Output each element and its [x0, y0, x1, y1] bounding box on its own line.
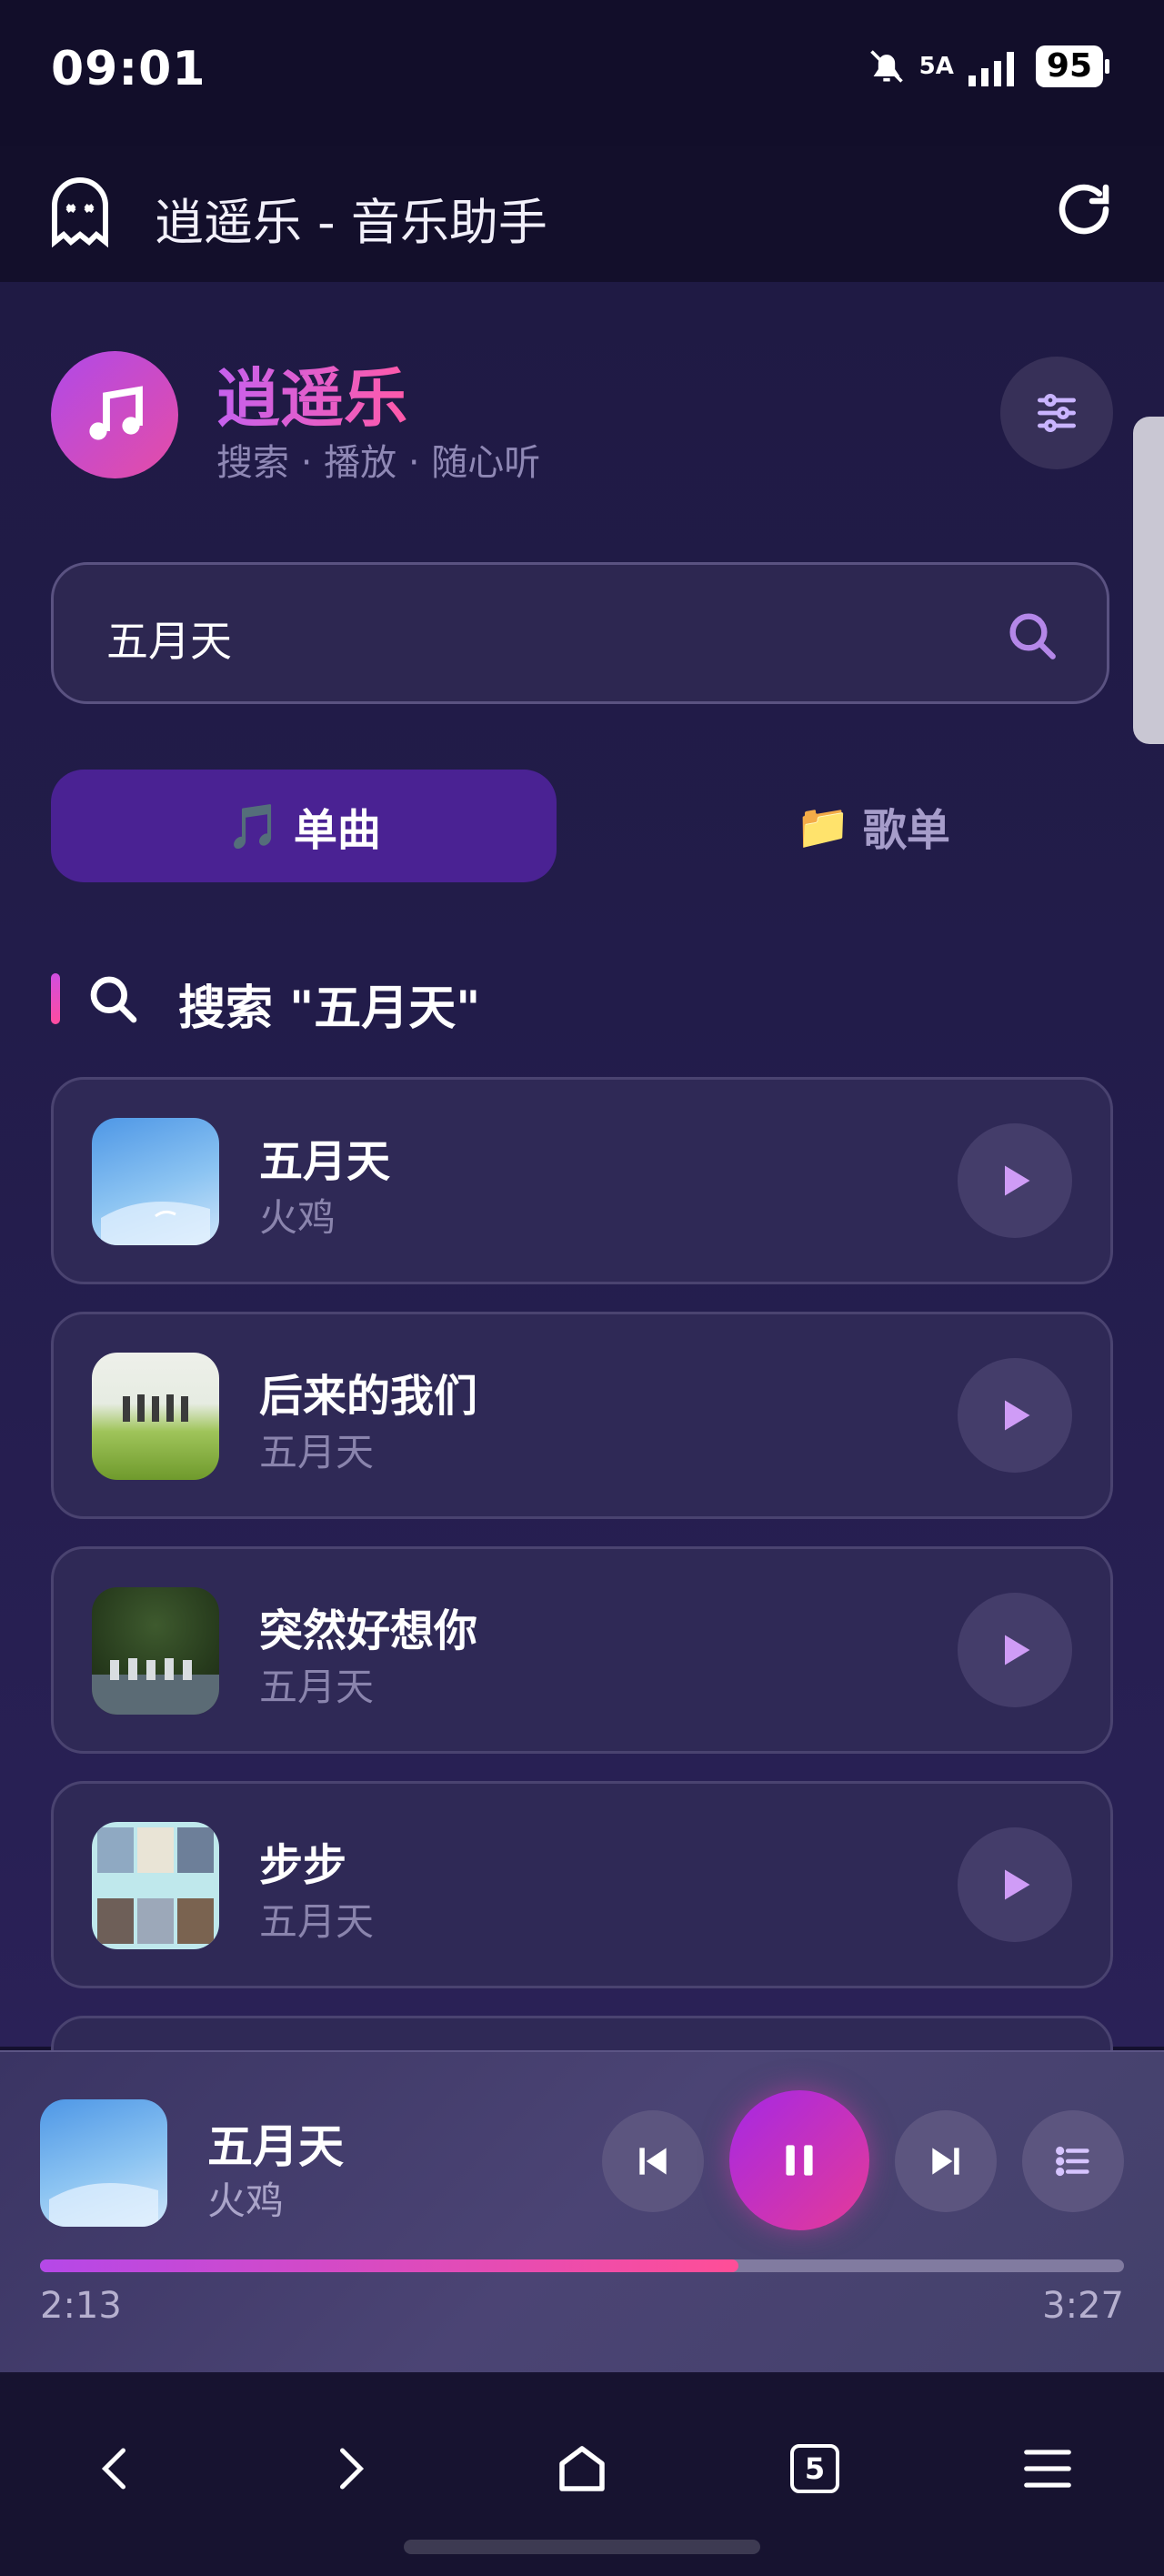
app-title: 逍遥乐 - 音乐助手: [155, 194, 547, 251]
search-query: 五月天: [106, 617, 232, 666]
previous-button[interactable]: [602, 2110, 704, 2212]
album-cover: [92, 1353, 219, 1480]
song-artist: 五月天: [259, 1665, 375, 1709]
tab-songs[interactable]: 🎵 单曲: [51, 770, 557, 882]
brand-title: 逍遥乐: [216, 347, 407, 439]
results-heading: 搜索 "五月天": [178, 981, 481, 1036]
album-cover: [92, 1822, 219, 1949]
browser-nav-bar: 5: [0, 2372, 1164, 2576]
now-playing-title: 五月天: [207, 2120, 344, 2173]
play-icon: [1005, 1869, 1030, 1900]
folder-icon: 📁: [796, 800, 850, 852]
song-card[interactable]: 后来的我们 五月天: [51, 1312, 1113, 1519]
battery-level: 95: [1035, 45, 1103, 87]
tab-playlists-label: 歌单: [862, 805, 950, 856]
play-button[interactable]: [958, 1593, 1072, 1707]
network-label: 5A: [918, 53, 954, 80]
skip-next-icon: [932, 2148, 959, 2175]
app-logo: [51, 351, 178, 478]
sliders-icon: [1038, 394, 1076, 432]
forward-button[interactable]: [304, 2423, 395, 2514]
tab-playlists[interactable]: 📁 歌单: [637, 770, 1109, 882]
scrollbar-thumb[interactable]: [1133, 417, 1164, 744]
app-title-bar: 逍遥乐 - 音乐助手: [0, 146, 1164, 282]
bell-off-icon: [869, 50, 903, 83]
signal-icon: [968, 52, 1014, 86]
list-icon: [1056, 2146, 1089, 2177]
tab-count-icon: 5: [790, 2444, 839, 2493]
mini-player: 五月天 火鸡 2:13 3:27: [0, 2050, 1164, 2374]
progress-fill: [40, 2259, 738, 2272]
song-title: 后来的我们: [259, 1371, 478, 1422]
settings-button[interactable]: [1000, 357, 1113, 469]
main-content: 逍遥乐 搜索 · 播放 · 随心听 五月天 🎵 单曲 📁 歌单 搜索 "五月天"…: [0, 282, 1164, 2223]
music-note-icon: [89, 386, 143, 440]
play-icon: [1005, 1635, 1030, 1665]
song-artist: 火鸡: [259, 1195, 336, 1240]
album-cover: [92, 1587, 219, 1715]
pause-icon: [786, 2145, 813, 2176]
song-card[interactable]: 突然好想你 五月天: [51, 1546, 1113, 1754]
song-artist: 五月天: [259, 1430, 375, 1474]
reload-icon[interactable]: [1051, 176, 1117, 242]
play-icon: [1005, 1165, 1030, 1196]
play-button[interactable]: [958, 1827, 1072, 1942]
search-input[interactable]: 五月天: [51, 562, 1109, 704]
ghost-icon[interactable]: [47, 176, 113, 249]
now-playing-cover: [40, 2099, 167, 2227]
section-accent-bar: [51, 973, 60, 1024]
next-button[interactable]: [895, 2110, 997, 2212]
song-card[interactable]: 步步 五月天: [51, 1781, 1113, 1988]
current-time: 2:13: [40, 2285, 122, 2327]
album-cover: [92, 1118, 219, 1245]
menu-button[interactable]: [1002, 2423, 1093, 2514]
home-button[interactable]: [537, 2423, 627, 2514]
music-notes-icon: 🎵: [226, 800, 281, 852]
status-bar: 09:01 5A 95: [0, 0, 1164, 146]
battery-tip: [1105, 59, 1109, 74]
skip-previous-icon: [639, 2148, 667, 2175]
tab-songs-label: 单曲: [293, 805, 381, 856]
search-icon[interactable]: [1003, 607, 1061, 665]
play-button[interactable]: [958, 1123, 1072, 1238]
play-button[interactable]: [958, 1358, 1072, 1473]
progress-bar[interactable]: [40, 2259, 1124, 2272]
search-icon: [90, 976, 137, 1023]
playlist-button[interactable]: [1022, 2110, 1124, 2212]
menu-icon: [1024, 2450, 1071, 2488]
tab-count: 5: [804, 2451, 826, 2486]
status-icons: 5A 95: [867, 45, 1109, 87]
song-title: 步步: [259, 1840, 347, 1891]
pause-button[interactable]: [729, 2090, 869, 2230]
chevron-right-icon: [340, 2448, 365, 2490]
home-icon: [559, 2446, 605, 2491]
chevron-left-icon: [101, 2448, 125, 2490]
total-time: 3:27: [1042, 2285, 1124, 2327]
tabs-button[interactable]: 5: [769, 2423, 860, 2514]
play-icon: [1005, 1400, 1030, 1431]
song-artist: 五月天: [259, 1899, 375, 1944]
brand-tagline: 搜索 · 播放 · 随心听: [216, 442, 541, 484]
back-button[interactable]: [71, 2423, 162, 2514]
song-title: 五月天: [259, 1136, 391, 1187]
status-time: 09:01: [51, 42, 206, 96]
now-playing-artist: 火鸡: [207, 2179, 285, 2223]
song-title: 突然好想你: [259, 1605, 478, 1656]
song-card[interactable]: 五月天 火鸡: [51, 1077, 1113, 1284]
home-indicator[interactable]: [404, 2540, 760, 2554]
